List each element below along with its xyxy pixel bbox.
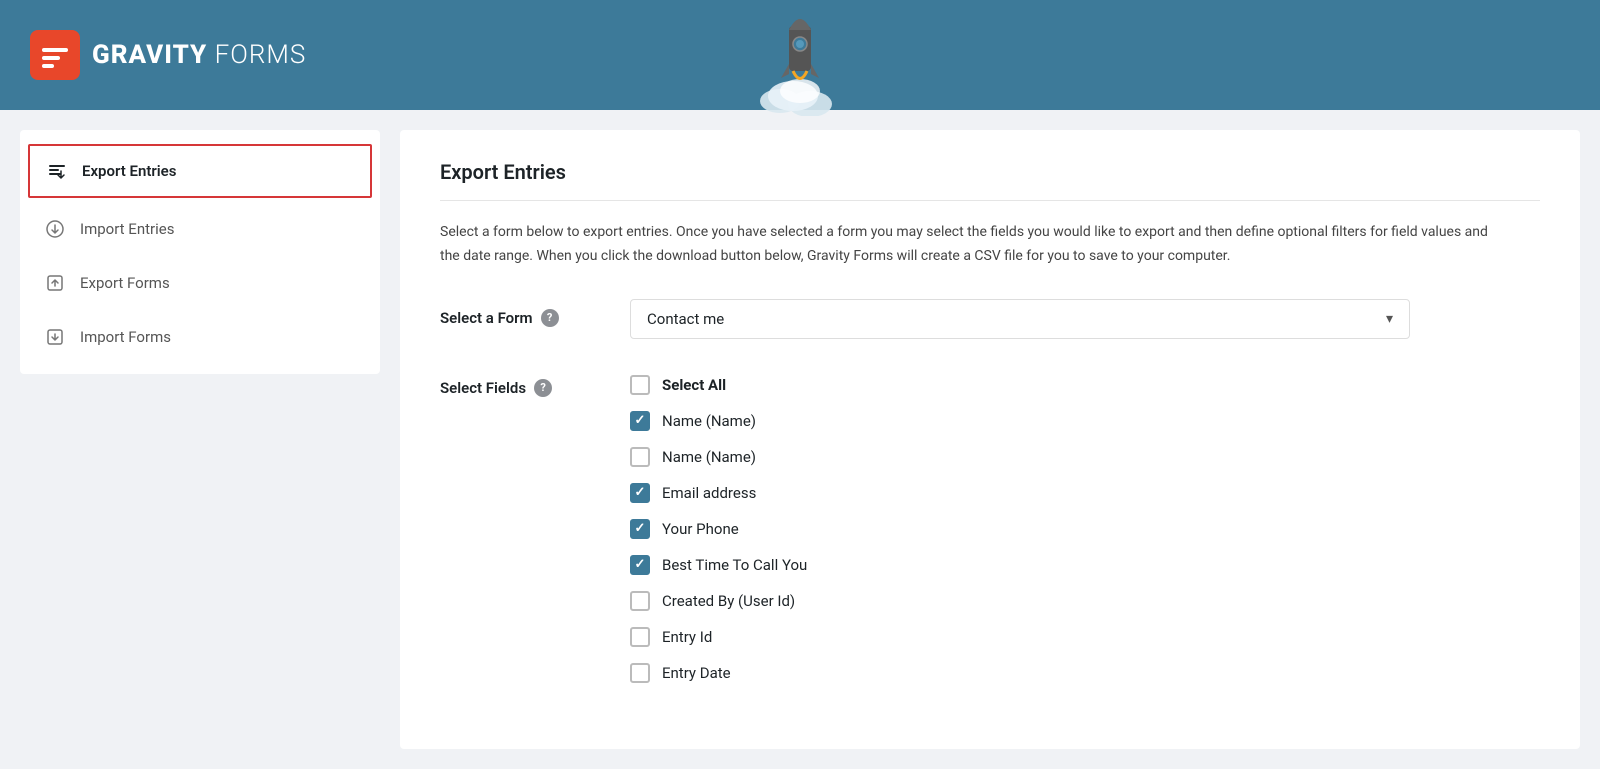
form-select-wrapper: Contact me ▾	[630, 299, 1410, 339]
checkbox-6[interactable]	[630, 591, 650, 611]
sidebar-item-import-entries[interactable]: Import Entries	[20, 202, 380, 256]
checkbox-0[interactable]	[630, 375, 650, 395]
sidebar-label-import-entries: Import Entries	[80, 220, 174, 238]
export-entries-icon	[46, 160, 68, 182]
select-form-row: Select a Form ? Contact me ▾	[440, 299, 1540, 339]
checkbox-row[interactable]: Best Time To Call You	[630, 549, 1540, 581]
checkbox-label-5: Best Time To Call You	[662, 556, 807, 574]
checkbox-label-3: Email address	[662, 484, 756, 502]
select-fields-row: Select Fields ? Select All Name (Name) Nam…	[440, 369, 1540, 689]
select-form-label: Select a Form ?	[440, 299, 600, 327]
fields-list: Select All Name (Name) Name (Name) Email ad…	[630, 369, 1540, 689]
sidebar-item-export-forms[interactable]: Export Forms	[20, 256, 380, 310]
checkbox-label-8: Entry Date	[662, 664, 731, 682]
content-area: Export Entries Select a form below to ex…	[400, 130, 1580, 749]
logo-text: GRAVITY FORMS	[92, 40, 306, 70]
import-entries-icon	[44, 218, 66, 240]
form-select-dropdown[interactable]: Contact me ▾	[630, 299, 1410, 339]
checkbox-label-1: Name (Name)	[662, 412, 756, 430]
chevron-down-icon: ▾	[1386, 311, 1393, 327]
checkbox-label-7: Entry Id	[662, 628, 712, 646]
sidebar-label-export-forms: Export Forms	[80, 274, 170, 292]
import-forms-icon	[44, 326, 66, 348]
checkbox-row[interactable]: Your Phone	[630, 513, 1540, 545]
checkbox-1[interactable]	[630, 411, 650, 431]
checkbox-4[interactable]	[630, 519, 650, 539]
sidebar-label-import-forms: Import Forms	[80, 328, 171, 346]
checkbox-row[interactable]: Name (Name)	[630, 441, 1540, 473]
content-title: Export Entries	[440, 160, 1540, 201]
checkbox-7[interactable]	[630, 627, 650, 647]
checkbox-label-6: Created By (User Id)	[662, 592, 795, 610]
checkbox-row[interactable]: Name (Name)	[630, 405, 1540, 437]
select-fields-label: Select Fields ?	[440, 369, 600, 397]
sidebar-label-export-entries: Export Entries	[82, 162, 176, 180]
checkbox-8[interactable]	[630, 663, 650, 683]
checkbox-row[interactable]: Select All	[630, 369, 1540, 401]
checkbox-5[interactable]	[630, 555, 650, 575]
checkbox-row[interactable]: Created By (User Id)	[630, 585, 1540, 617]
main-layout: Export Entries Import Entries Export For…	[0, 110, 1600, 769]
logo-icon	[30, 30, 80, 80]
checkbox-row[interactable]: Email address	[630, 477, 1540, 509]
checkbox-label-2: Name (Name)	[662, 448, 756, 466]
select-form-help-icon[interactable]: ?	[541, 309, 559, 327]
sidebar: Export Entries Import Entries Export For…	[20, 130, 380, 374]
content-description: Select a form below to export entries. O…	[440, 221, 1490, 269]
sidebar-item-import-forms[interactable]: Import Forms	[20, 310, 380, 364]
checkbox-label-4: Your Phone	[662, 520, 739, 538]
checkbox-row[interactable]: Entry Id	[630, 621, 1540, 653]
select-form-value: Contact me	[647, 310, 724, 328]
checkbox-row[interactable]: Entry Date	[630, 657, 1540, 689]
checkbox-3[interactable]	[630, 483, 650, 503]
select-fields-help-icon[interactable]: ?	[534, 379, 552, 397]
export-forms-icon	[44, 272, 66, 294]
sidebar-item-export-entries[interactable]: Export Entries	[28, 144, 372, 198]
checkbox-label-0: Select All	[662, 376, 726, 394]
logo-area: GRAVITY FORMS	[30, 30, 306, 80]
header: GRAVITY FORMS	[0, 0, 1600, 110]
checkbox-2[interactable]	[630, 447, 650, 467]
rocket-illustration	[750, 6, 850, 120]
